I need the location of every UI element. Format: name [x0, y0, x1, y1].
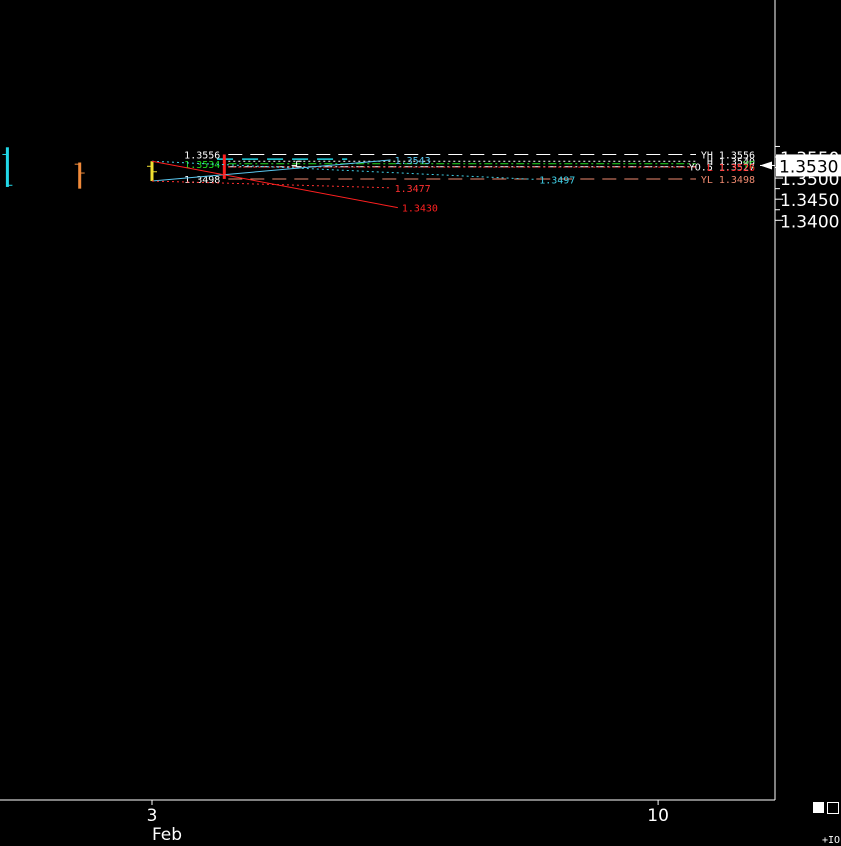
- x-tick-label: 3: [147, 806, 158, 826]
- view-toggle-filled-icon[interactable]: [813, 802, 824, 813]
- level-line-label: YL 1.3498: [701, 175, 755, 186]
- price-chart[interactable]: 1.35501.35001.34501.34003Feb101.3530+IOY…: [0, 0, 841, 846]
- projection-label: 1.3430: [402, 204, 438, 215]
- x-tick-label: 10: [647, 806, 669, 826]
- projection-label: 1.3477: [395, 184, 431, 195]
- current-price-label: 1.3530: [779, 157, 838, 177]
- y-tick-label: 1.3400: [780, 212, 839, 232]
- corner-label: +IO: [822, 835, 840, 846]
- view-toggle-empty-icon[interactable]: [827, 802, 839, 814]
- projection-label: 1.3543: [395, 156, 431, 167]
- prior-level-label: 1.3534: [184, 160, 220, 171]
- x-tick-sublabel: Feb: [152, 825, 182, 845]
- y-tick-label: 1.3450: [780, 191, 839, 211]
- level-line-label: L 1.3526: [707, 163, 755, 174]
- projection-label: 1.3497: [539, 175, 575, 186]
